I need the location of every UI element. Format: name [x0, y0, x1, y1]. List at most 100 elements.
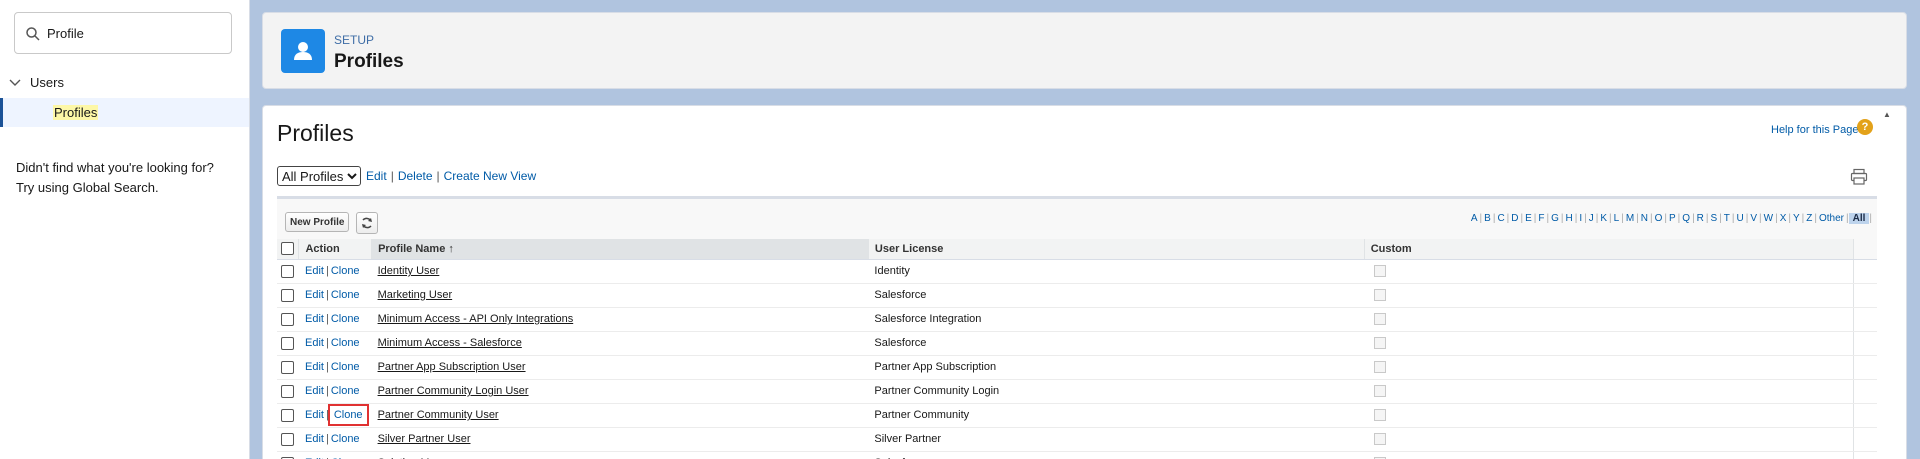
row-filler	[1853, 379, 1877, 404]
help-for-page-link[interactable]: Help for this Page	[1771, 124, 1858, 136]
new-profile-button[interactable]: New Profile	[285, 212, 350, 232]
alphabet-filter-t[interactable]: T	[1722, 213, 1732, 224]
refresh-icon	[362, 217, 372, 229]
alphabet-filter-q[interactable]: Q	[1680, 213, 1692, 224]
row-select-cell	[277, 451, 299, 459]
alphabet-filter-p[interactable]: P	[1667, 213, 1678, 224]
row-select-cell	[277, 331, 299, 356]
profile-name-link[interactable]: Partner App Subscription User	[378, 361, 526, 373]
alphabet-filter-m[interactable]: M	[1624, 213, 1636, 224]
column-header-profile-name[interactable]: Profile Name ↑	[371, 239, 869, 260]
alphabet-filter-w[interactable]: W	[1762, 213, 1775, 224]
refresh-button[interactable]	[356, 212, 378, 234]
row-checkbox[interactable]	[281, 288, 294, 302]
column-header-user-license[interactable]: User License	[868, 239, 1365, 260]
alphabet-filter-all[interactable]: All	[1848, 213, 1870, 224]
row-profile-name-cell: Marketing User	[371, 283, 869, 308]
row-clone-link[interactable]: Clone	[331, 265, 360, 277]
edit-view-link[interactable]: Edit	[366, 169, 387, 183]
tree-node-profiles[interactable]: Profiles	[0, 98, 249, 127]
alphabet-filter-e[interactable]: E	[1523, 213, 1534, 224]
row-checkbox[interactable]	[281, 408, 294, 422]
custom-checkbox	[1374, 361, 1387, 374]
custom-checkbox	[1374, 265, 1387, 278]
row-action-cell: Edit|Clone	[298, 307, 372, 332]
chevron-down-icon	[9, 79, 21, 86]
row-checkbox[interactable]	[281, 264, 294, 278]
row-edit-link[interactable]: Edit	[305, 337, 324, 349]
alphabet-filter-b[interactable]: B	[1482, 213, 1493, 224]
tree-node-users[interactable]: Users	[8, 73, 64, 91]
row-profile-name-cell: Silver Partner User	[371, 427, 869, 452]
row-clone-link[interactable]: Clone	[331, 289, 360, 301]
row-user-license: Partner Community	[868, 403, 1365, 428]
row-checkbox[interactable]	[281, 432, 294, 446]
row-select-cell	[277, 283, 299, 308]
alphabet-filter-a[interactable]: A	[1469, 213, 1480, 224]
row-clone-link[interactable]: Clone	[331, 433, 360, 445]
alphabet-filter-s[interactable]: S	[1709, 213, 1720, 224]
alphabet-separator: |	[1869, 213, 1872, 224]
row-checkbox[interactable]	[281, 336, 294, 350]
alphabet-filter-n[interactable]: N	[1639, 213, 1650, 224]
help-icon[interactable]: ?	[1857, 119, 1873, 135]
row-clone-link[interactable]: Clone	[327, 404, 369, 426]
printer-icon[interactable]	[1850, 168, 1868, 186]
row-edit-link[interactable]: Edit	[305, 313, 324, 325]
alphabet-filter-i[interactable]: I	[1577, 213, 1584, 224]
row-checkbox[interactable]	[281, 360, 294, 374]
row-checkbox[interactable]	[281, 384, 294, 398]
alphabet-filter-y[interactable]: Y	[1791, 213, 1802, 224]
row-clone-link[interactable]: Clone	[331, 385, 360, 397]
row-checkbox[interactable]	[281, 312, 294, 326]
separator: |	[325, 337, 329, 349]
profile-name-link[interactable]: Partner Community User	[378, 409, 499, 421]
row-clone-link[interactable]: Clone	[331, 313, 360, 325]
alphabet-filter-other[interactable]: Other	[1817, 213, 1846, 224]
row-clone-link[interactable]: Clone	[331, 337, 360, 349]
row-user-license: Silver Partner	[868, 427, 1365, 452]
profile-name-link[interactable]: Minimum Access - Salesforce	[378, 337, 522, 349]
row-edit-link[interactable]: Edit	[305, 265, 324, 277]
alphabet-filter-r[interactable]: R	[1695, 213, 1706, 224]
alphabet-filter-o[interactable]: O	[1653, 213, 1665, 224]
alphabet-filter-z[interactable]: Z	[1804, 213, 1814, 224]
row-clone-link[interactable]: Clone	[331, 361, 360, 373]
row-action-cell: Edit|Clone	[298, 259, 372, 284]
alphabet-filter-l[interactable]: L	[1612, 213, 1622, 224]
alphabet-filter-d[interactable]: D	[1509, 213, 1520, 224]
profile-name-link[interactable]: Identity User	[378, 265, 440, 277]
row-edit-link[interactable]: Edit	[305, 385, 324, 397]
custom-checkbox	[1374, 337, 1387, 350]
row-edit-link[interactable]: Edit	[305, 289, 324, 301]
profile-name-link[interactable]: Silver Partner User	[378, 433, 471, 445]
select-all-checkbox[interactable]	[281, 242, 294, 256]
alphabet-filter-f[interactable]: F	[1536, 213, 1546, 224]
custom-checkbox	[1374, 313, 1387, 326]
quick-find-search-box[interactable]	[14, 12, 232, 54]
alphabet-filter-c[interactable]: C	[1495, 213, 1506, 224]
alphabet-filter-h[interactable]: H	[1564, 213, 1575, 224]
row-edit-link[interactable]: Edit	[305, 361, 324, 373]
column-header-custom[interactable]: Custom	[1364, 239, 1855, 260]
row-edit-link[interactable]: Edit	[305, 433, 324, 445]
delete-view-link[interactable]: Delete	[398, 169, 433, 183]
row-filler	[1853, 355, 1877, 380]
profile-name-link[interactable]: Partner Community Login User	[378, 385, 529, 397]
create-new-view-link[interactable]: Create New View	[444, 169, 536, 183]
row-edit-link[interactable]: Edit	[305, 409, 324, 421]
user-icon	[281, 29, 325, 73]
alphabet-filter-k[interactable]: K	[1598, 213, 1609, 224]
alphabet-filter-u[interactable]: U	[1735, 213, 1746, 224]
profile-name-link[interactable]: Minimum Access - API Only Integrations	[378, 313, 574, 325]
alphabet-filter-x[interactable]: X	[1778, 213, 1789, 224]
quick-find-input[interactable]	[47, 21, 227, 45]
alphabet-filter-j[interactable]: J	[1587, 213, 1596, 224]
separator: |	[325, 265, 329, 277]
alphabet-filter-v[interactable]: V	[1748, 213, 1759, 224]
scroll-up-arrow-icon[interactable]: ▲	[1883, 110, 1891, 119]
view-select[interactable]: All Profiles	[277, 166, 361, 186]
row-user-license: Identity	[868, 259, 1365, 284]
alphabet-filter-g[interactable]: G	[1549, 213, 1561, 224]
profile-name-link[interactable]: Marketing User	[378, 289, 453, 301]
